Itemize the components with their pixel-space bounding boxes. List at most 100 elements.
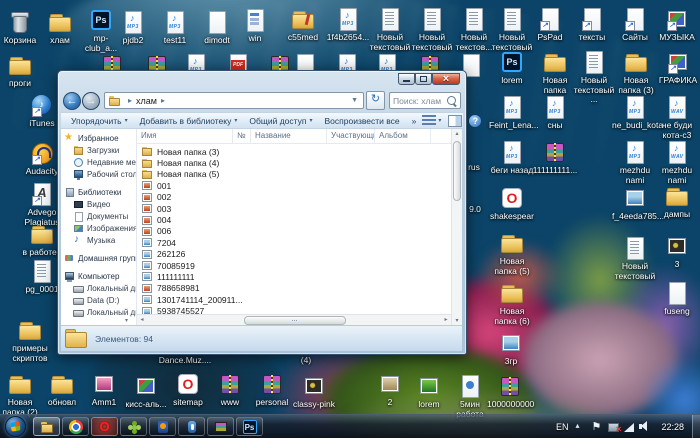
- action-center-flag-icon[interactable]: [591, 420, 603, 434]
- desktop-icon[interactable]: pjdb2: [110, 10, 156, 46]
- hidden-icons-chevron-icon[interactable]: [575, 420, 587, 434]
- desktop-icon[interactable]: PsPad: [527, 7, 573, 43]
- desktop-icon[interactable]: sitemap: [165, 372, 211, 408]
- desktop-icon[interactable]: Новая папка (6): [489, 281, 535, 326]
- toolbar-button[interactable]: Добавить в библиотеку▾: [134, 114, 244, 128]
- desktop-icon[interactable]: примеры скриптов: [7, 318, 53, 363]
- file-row[interactable]: 70085919: [137, 260, 451, 271]
- taskbar-app-photoshop[interactable]: [236, 417, 263, 436]
- taskbar-app-opera[interactable]: [91, 417, 118, 436]
- desktop-icon[interactable]: www: [207, 372, 253, 408]
- desktop-icon[interactable]: 1f4b2654...: [325, 7, 371, 43]
- volume-icon[interactable]: [639, 420, 651, 434]
- show-desktop-button[interactable]: [692, 415, 700, 438]
- sidebar-item[interactable]: Документы: [61, 210, 136, 222]
- preview-pane-icon[interactable]: [448, 115, 462, 127]
- maximize-button[interactable]: [415, 73, 432, 85]
- sidebar-section[interactable]: Компьютер: [61, 270, 136, 282]
- desktop-icon[interactable]: обновл: [39, 372, 85, 408]
- sidebar-item[interactable]: Видео: [61, 198, 136, 210]
- file-row[interactable]: Новая папка (3): [137, 146, 451, 157]
- sidebar-item[interactable]: Рабочий стол: [61, 168, 136, 180]
- file-row[interactable]: 1301741114_200911...: [137, 294, 451, 305]
- sidebar-item[interactable]: Локальный диск: [61, 282, 136, 294]
- vertical-scrollbar[interactable]: ▴ ▾: [451, 129, 462, 326]
- column-header[interactable]: Участвующие ис...: [327, 129, 375, 143]
- file-row[interactable]: Новая папка (4): [137, 157, 451, 168]
- back-button[interactable]: [63, 92, 81, 110]
- desktop-icon[interactable]: беги назад: [489, 140, 535, 176]
- desktop-icon[interactable]: classy-pink: [291, 374, 337, 410]
- column-header[interactable]: Название: [251, 129, 327, 143]
- desktop-icon[interactable]: mezhdu nami: [612, 140, 658, 185]
- desktop-icon[interactable]: Feint_Lena...: [489, 95, 535, 131]
- desktop-icon[interactable]: Новый текстовый: [612, 236, 658, 281]
- sidebar-section[interactable]: Библиотеки: [61, 186, 136, 198]
- desktop-icon[interactable]: Новая папка (5): [489, 231, 535, 276]
- file-row[interactable]: 004: [137, 214, 451, 225]
- desktop-icon[interactable]: fuseng: [654, 281, 700, 317]
- desktop-icon[interactable]: кисс-аль...: [123, 374, 169, 410]
- file-row[interactable]: Новая папка (5): [137, 169, 451, 180]
- file-row[interactable]: 006: [137, 226, 451, 237]
- file-row[interactable]: 788658981: [137, 283, 451, 294]
- desktop-icon[interactable]: test11: [152, 10, 198, 46]
- desktop-icon[interactable]: Сайты: [612, 7, 658, 43]
- forward-button[interactable]: [82, 92, 100, 110]
- desktop-icon[interactable]: personal: [249, 372, 295, 408]
- toolbar-button[interactable]: Общий доступ▾: [243, 114, 318, 128]
- desktop-icon[interactable]: МУЗЫКА: [654, 7, 700, 43]
- column-header[interactable]: №: [233, 129, 251, 143]
- file-row[interactable]: 5938745527: [137, 305, 451, 314]
- taskbar-app-chrome[interactable]: [62, 417, 89, 436]
- taskbar-app-mailru[interactable]: [149, 417, 176, 436]
- desktop-icon[interactable]: не буди кота-c3: [654, 95, 700, 140]
- search-input[interactable]: Поиск: хлам: [389, 92, 461, 109]
- explorer-window[interactable]: ▸ хлам ▸ ▼ Поиск: хлам Упорядочить▾Добав…: [57, 70, 467, 355]
- sidebar-section[interactable]: Домашняя группа: [61, 252, 136, 264]
- file-row[interactable]: 001: [137, 180, 451, 191]
- address-bar[interactable]: ▸ хлам ▸ ▼: [104, 92, 364, 109]
- help-icon[interactable]: ?: [469, 115, 481, 127]
- taskbar-app-explorer[interactable]: [33, 417, 60, 436]
- desktop-icon[interactable]: проги: [0, 53, 43, 89]
- file-row[interactable]: 003: [137, 203, 451, 214]
- signal-icon[interactable]: [623, 420, 635, 434]
- hscroll-thumb[interactable]: [244, 316, 346, 325]
- column-header[interactable]: Альбом: [375, 129, 431, 143]
- network-error-icon[interactable]: [607, 420, 619, 434]
- desktop-icon[interactable]: lorem: [406, 374, 452, 410]
- file-row[interactable]: 262126: [137, 249, 451, 260]
- start-button[interactable]: [5, 416, 26, 437]
- toolbar-button[interactable]: Упорядочить▾: [65, 114, 134, 128]
- sidebar-item[interactable]: Data (D:): [61, 294, 136, 306]
- clock[interactable]: 22:28: [661, 422, 684, 432]
- desktop-icon[interactable]: 1000000000: [487, 374, 533, 410]
- language-indicator[interactable]: EN: [556, 422, 569, 432]
- toolbar-button[interactable]: »: [406, 114, 423, 128]
- desktop-icon[interactable]: win: [232, 8, 278, 44]
- toolbar-button[interactable]: Воспроизвести все: [319, 114, 406, 128]
- column-header[interactable]: Имя: [137, 129, 233, 143]
- sidebar-item[interactable]: Музыка: [61, 234, 136, 246]
- address-dropdown-icon[interactable]: ▼: [348, 97, 361, 104]
- file-row[interactable]: 7204: [137, 237, 451, 248]
- desktop-icon[interactable]: хлам: [37, 10, 83, 46]
- desktop-icon[interactable]: 111111111...: [532, 140, 578, 176]
- sidebar-item[interactable]: Загрузки: [61, 144, 136, 156]
- sidebar-item[interactable]: Изображения: [61, 222, 136, 234]
- desktop-icon[interactable]: тексты: [569, 7, 615, 43]
- scroll-up-icon[interactable]: ▴: [452, 129, 462, 139]
- views-dropdown-icon[interactable]: ▾: [438, 117, 441, 124]
- sidebar-item[interactable]: Недавние места: [61, 156, 136, 168]
- taskbar-app-winrar[interactable]: [207, 417, 234, 436]
- window-titlebar[interactable]: [58, 71, 466, 89]
- minimize-button[interactable]: [398, 73, 415, 85]
- views-icon[interactable]: [422, 115, 436, 126]
- desktop-icon[interactable]: 3: [654, 234, 700, 270]
- desktop-icon[interactable]: Новая папка (3): [613, 50, 659, 95]
- file-row[interactable]: 002: [137, 192, 451, 203]
- desktop-icon[interactable]: Amm1: [81, 372, 127, 408]
- sidebar-section[interactable]: Избранное: [61, 132, 136, 144]
- desktop-icon[interactable]: сны: [532, 95, 578, 131]
